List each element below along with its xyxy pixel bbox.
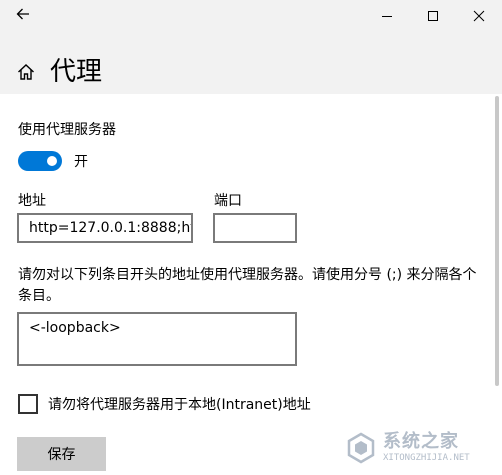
exceptions-input[interactable]: <-loopback> xyxy=(17,312,297,366)
minimize-button[interactable] xyxy=(364,0,410,32)
watermark: 系统之家 XITONGZHIJIA.NET xyxy=(345,428,495,468)
toggle-state-label: 开 xyxy=(74,154,88,170)
use-proxy-label: 使用代理服务器 xyxy=(18,122,116,138)
use-proxy-toggle[interactable] xyxy=(18,151,62,171)
back-arrow-icon xyxy=(15,6,31,26)
address-label: 地址 xyxy=(18,193,46,209)
vertical-scrollbar[interactable] xyxy=(495,96,499,386)
use-proxy-toggle-row: 开 xyxy=(18,150,88,172)
watermark-text: 系统之家 XITONGZHIJIA.NET xyxy=(383,433,470,463)
minimize-icon xyxy=(381,7,393,26)
maximize-button[interactable] xyxy=(410,0,456,32)
title-bar xyxy=(0,0,502,32)
save-button[interactable]: 保存 xyxy=(17,437,106,471)
watermark-sub-text: XITONGZHIJIA.NET xyxy=(383,453,470,463)
close-icon xyxy=(473,7,485,26)
exceptions-description: 请勿对以下列条目开头的地址使用代理服务器。请使用分号 (;) 来分隔各个条目。 xyxy=(18,267,477,304)
home-icon xyxy=(16,62,36,82)
local-bypass-row: 请勿将代理服务器用于本地(Intranet)地址 xyxy=(18,393,311,415)
close-button[interactable] xyxy=(456,0,502,32)
back-button[interactable] xyxy=(0,0,46,32)
watermark-main-text: 系统之家 xyxy=(383,431,459,452)
watermark-logo-icon xyxy=(345,432,377,464)
local-bypass-label[interactable]: 请勿将代理服务器用于本地(Intranet)地址 xyxy=(48,394,311,414)
maximize-icon xyxy=(427,7,439,26)
port-label: 端口 xyxy=(214,193,242,209)
toggle-knob xyxy=(47,156,57,166)
page-header: 代理 xyxy=(16,52,102,92)
port-input[interactable] xyxy=(213,213,297,243)
page-title: 代理 xyxy=(50,57,103,87)
local-bypass-checkbox[interactable] xyxy=(18,394,38,414)
address-input[interactable]: http=127.0.0.1:8888;https xyxy=(17,213,193,243)
